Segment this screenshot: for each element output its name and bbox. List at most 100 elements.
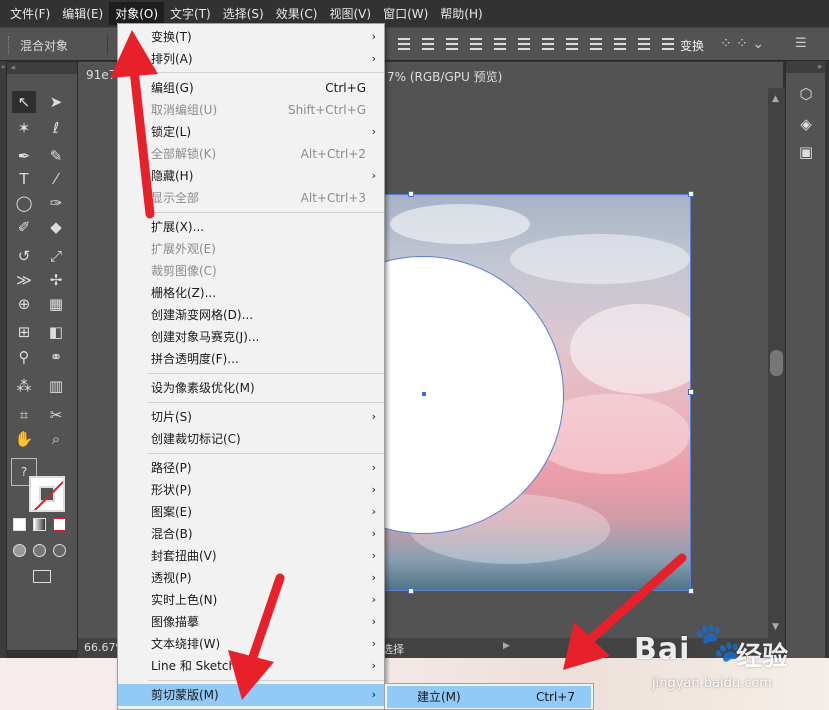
align-right-icon[interactable] bbox=[515, 35, 533, 53]
color-mode-icon[interactable] bbox=[13, 518, 26, 531]
menu-effect[interactable]: 效果(C) bbox=[270, 2, 324, 25]
grid-options-icon[interactable]: ⁘ ⁘ ⌄ bbox=[720, 36, 764, 52]
libraries-icon[interactable]: ⬡ bbox=[797, 85, 815, 103]
width-tool-icon[interactable]: ≫ bbox=[12, 269, 36, 291]
scroll-thumb[interactable] bbox=[770, 350, 783, 376]
eyedropper-icon[interactable]: ⚲ bbox=[12, 346, 36, 368]
menu-edit[interactable]: 编辑(E) bbox=[56, 2, 109, 25]
align-top-icon[interactable] bbox=[395, 35, 413, 53]
menu-item-transform[interactable]: 变换(T) › bbox=[118, 26, 384, 48]
draw-behind-icon[interactable] bbox=[33, 544, 46, 557]
menu-item-path[interactable]: 路径(P) › bbox=[118, 457, 384, 479]
menu-item-image-trace[interactable]: 图像描摹 › bbox=[118, 611, 384, 633]
hand-tool-icon[interactable]: ✋ bbox=[12, 428, 36, 450]
menu-type[interactable]: 文字(T) bbox=[164, 2, 217, 25]
distribute-hcenter-icon[interactable] bbox=[635, 35, 653, 53]
blend-tool-icon[interactable]: ⚭ bbox=[44, 346, 68, 368]
paintbrush-icon[interactable]: ✑ bbox=[44, 192, 68, 214]
layers-icon[interactable]: ◈ bbox=[797, 115, 815, 133]
curvature-tool-icon[interactable]: ✎ bbox=[44, 145, 68, 167]
graph-tool-icon[interactable]: ▥ bbox=[44, 375, 68, 397]
align-left-icon[interactable] bbox=[467, 35, 485, 53]
handle-top-right[interactable] bbox=[688, 191, 694, 197]
line-tool-icon[interactable]: ⁄ bbox=[44, 168, 68, 190]
align-horizontal-center-icon[interactable] bbox=[491, 35, 509, 53]
menu-item-group[interactable]: 编组(G) Ctrl+G bbox=[118, 77, 384, 99]
menu-item-live-paint[interactable]: 实时上色(N) › bbox=[118, 589, 384, 611]
none-mode-icon[interactable] bbox=[53, 518, 66, 531]
artboard-tool-icon[interactable]: ⌗ bbox=[12, 404, 36, 426]
menu-item-rasterize[interactable]: 栅格化(Z)... bbox=[118, 282, 384, 304]
shaper-tool-icon[interactable]: ✐ bbox=[12, 216, 36, 238]
menu-item-envelope-distort[interactable]: 封套扭曲(V) › bbox=[118, 545, 384, 567]
tools-panel-header[interactable]: « bbox=[7, 62, 77, 74]
type-tool-icon[interactable]: T bbox=[12, 168, 36, 190]
menu-item-flatten-transparency[interactable]: 拼合透明度(F)... bbox=[118, 348, 384, 370]
transform-button[interactable]: 变换 bbox=[680, 37, 704, 54]
menu-item-perspective[interactable]: 透视(P) › bbox=[118, 567, 384, 589]
stroke-swatch[interactable] bbox=[29, 476, 65, 512]
submenu-item-make[interactable]: 建立(M) Ctrl+7 bbox=[387, 686, 591, 708]
menu-item-object-mosaic[interactable]: 创建对象马赛克(J)... bbox=[118, 326, 384, 348]
menu-window[interactable]: 窗口(W) bbox=[377, 2, 434, 25]
menu-item-slice[interactable]: 切片(S) › bbox=[118, 406, 384, 428]
control-bar-grip[interactable] bbox=[8, 36, 11, 54]
puppet-warp-icon[interactable]: ✢ bbox=[44, 269, 68, 291]
lasso-icon[interactable]: ℓ bbox=[44, 117, 68, 139]
distribute-right-icon[interactable] bbox=[659, 35, 677, 53]
menu-item-shape[interactable]: 形状(P) › bbox=[118, 479, 384, 501]
scroll-up-icon[interactable]: ▲ bbox=[772, 94, 779, 104]
rotate-tool-icon[interactable]: ↺ bbox=[12, 245, 36, 267]
slice-tool-icon[interactable]: ✂ bbox=[44, 404, 68, 426]
align-vertical-center-icon[interactable] bbox=[419, 35, 437, 53]
menu-select[interactable]: 选择(S) bbox=[217, 2, 270, 25]
draw-normal-icon[interactable] bbox=[13, 544, 26, 557]
menu-help[interactable]: 帮助(H) bbox=[434, 2, 488, 25]
handle-bottom[interactable] bbox=[408, 588, 414, 594]
pen-tool-icon[interactable]: ✒ bbox=[12, 145, 36, 167]
menu-item-clipping-mask[interactable]: 剪切蒙版(M) › bbox=[118, 684, 384, 706]
perspective-grid-icon[interactable]: ▦ bbox=[44, 293, 68, 315]
handle-top-left[interactable] bbox=[408, 191, 414, 197]
align-bottom-icon[interactable] bbox=[443, 35, 461, 53]
distribute-left-icon[interactable] bbox=[611, 35, 629, 53]
document-tab[interactable]: 91e7 bbox=[78, 62, 118, 88]
panel-menu-icon[interactable]: ☰ bbox=[795, 36, 807, 51]
magic-wand-icon[interactable]: ✶ bbox=[12, 117, 36, 139]
menu-item-gradient-mesh[interactable]: 创建渐变网格(D)... bbox=[118, 304, 384, 326]
right-panel-header[interactable]: » bbox=[786, 61, 825, 73]
menu-file[interactable]: 文件(F) bbox=[4, 2, 56, 25]
menu-item-hide[interactable]: 隐藏(H) › bbox=[118, 165, 384, 187]
selection-tool-icon[interactable]: ↖ bbox=[12, 91, 36, 113]
zoom-tool-icon[interactable]: ⌕ bbox=[44, 428, 68, 450]
menu-item-blend[interactable]: 混合(B) › bbox=[118, 523, 384, 545]
menu-item-text-wrap[interactable]: 文本绕排(W) › bbox=[118, 633, 384, 655]
distribute-top-icon[interactable] bbox=[539, 35, 557, 53]
symbol-sprayer-icon[interactable]: ⁂ bbox=[12, 375, 36, 397]
draw-inside-icon[interactable] bbox=[53, 544, 66, 557]
menu-item-pattern[interactable]: 图案(E) › bbox=[118, 501, 384, 523]
menu-item-crop-marks[interactable]: 创建裁切标记(C) bbox=[118, 428, 384, 450]
vertical-scrollbar[interactable]: ▲ ▼ bbox=[768, 88, 785, 638]
menu-object[interactable]: 对象(O) bbox=[109, 2, 165, 25]
gradient-mode-icon[interactable] bbox=[33, 518, 46, 531]
menu-item-lock[interactable]: 锁定(L) › bbox=[118, 121, 384, 143]
menu-item-expand[interactable]: 扩展(X)... bbox=[118, 216, 384, 238]
eraser-icon[interactable]: ◆ bbox=[44, 216, 68, 238]
menu-item-pixel-perfect[interactable]: 设为像素级优化(M) bbox=[118, 377, 384, 399]
gradient-tool-icon[interactable]: ◧ bbox=[44, 321, 68, 343]
status-nav-icon[interactable]: ▶ bbox=[503, 641, 510, 651]
distribute-center-icon[interactable] bbox=[563, 35, 581, 53]
shape-builder-icon[interactable]: ⊕ bbox=[12, 293, 36, 315]
ellipse-tool-icon[interactable]: ◯ bbox=[12, 192, 36, 214]
scale-tool-icon[interactable]: ⤢ bbox=[44, 245, 68, 267]
screen-mode-icon[interactable] bbox=[33, 570, 51, 583]
handle-right[interactable] bbox=[688, 389, 694, 395]
menu-item-line-and-sketch[interactable]: Line 和 Sketch › bbox=[118, 655, 384, 677]
artboards-icon[interactable]: ▣ bbox=[797, 143, 815, 161]
menu-view[interactable]: 视图(V) bbox=[323, 2, 377, 25]
menu-item-arrange[interactable]: 排列(A) › bbox=[118, 48, 384, 70]
distribute-bottom-icon[interactable] bbox=[587, 35, 605, 53]
mesh-tool-icon[interactable]: ⊞ bbox=[12, 321, 36, 343]
handle-bottom-right[interactable] bbox=[688, 588, 694, 594]
